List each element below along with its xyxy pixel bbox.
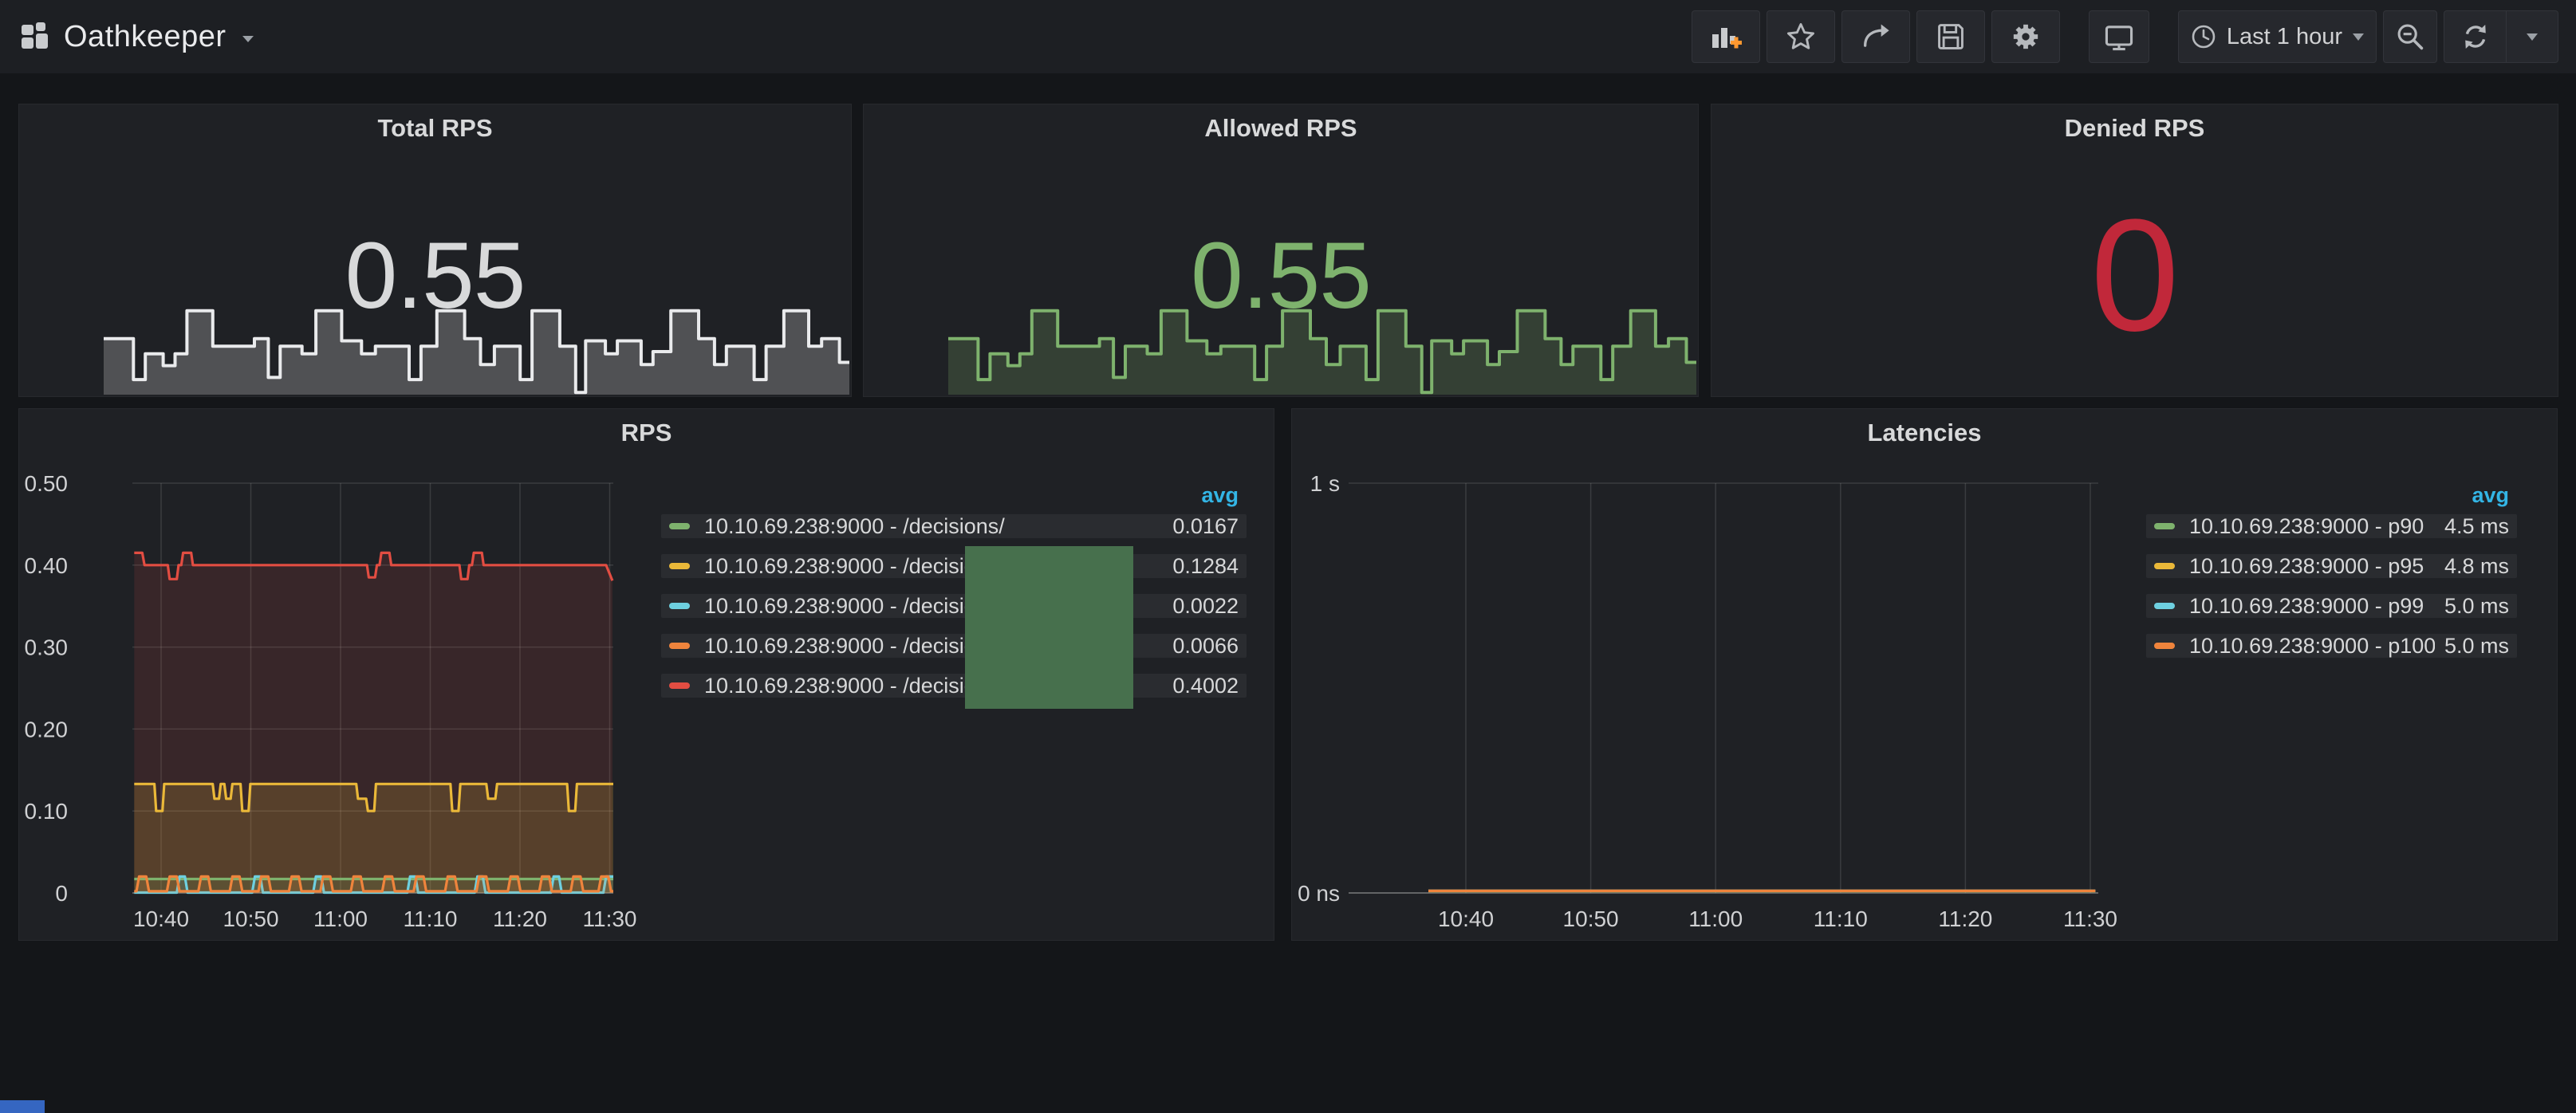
y-tick-label: 0 [55,881,68,906]
share-icon [1860,21,1892,53]
series-avg-value: 0.0167 [1172,514,1239,539]
add-panel-button[interactable] [1692,10,1760,63]
panel-title[interactable]: Denied RPS [1711,114,2558,143]
refresh-icon [2460,21,2491,53]
legend-series-row[interactable]: 10.10.69.238:9000 - p95 4.8 ms [2146,554,2517,578]
chevron-down-icon [2526,33,2539,41]
dashboard-header: Oathkeeper [19,20,255,54]
series-name: 10.10.69.238:9000 - p95 [2189,554,2435,579]
y-tick-label: 0.30 [25,635,69,660]
panel-denied-rps: Denied RPS 0 [1711,104,2558,397]
series-color-chip [2154,563,2175,569]
series-color-chip [669,523,690,529]
series-avg-value: 5.0 ms [2444,634,2509,659]
series-avg-value: 4.5 ms [2444,514,2509,539]
zoom-out-icon [2394,21,2426,53]
x-tick-label: 10:40 [133,907,189,931]
clock-icon [2190,23,2217,50]
x-tick-label: 11:20 [1938,907,1992,931]
panel-latencies-chart: Latencies 1 s0 ns10:4010:5011:0011:1011:… [1291,408,2558,941]
series-color-chip [669,682,690,689]
bottom-left-blue-bar [0,1100,45,1113]
x-tick-label: 10:50 [223,907,278,931]
panel-rps-chart: RPS 0.500.400.300.200.10010:4010:5011:00… [18,408,1274,941]
y-tick-label: 0 ns [1298,881,1340,906]
green-overlay-box [965,546,1133,709]
legend-series-row[interactable]: 10.10.69.238:9000 - /decisions/0.0066 [661,634,1247,658]
x-tick-label: 11:10 [1814,907,1868,931]
stat-value: 0.55 [19,229,851,323]
legend-series-row[interactable]: 10.10.69.238:9000 - /decisions/0.4002 [661,674,1247,698]
x-tick-label: 10:50 [1563,907,1619,931]
stat-value: 0.55 [864,229,1698,323]
legend-series-row[interactable]: 10.10.69.238:9000 - /decisions/0.0167 [661,514,1247,538]
save-button[interactable] [1916,10,1985,63]
series-name: 10.10.69.238:9000 - /decisions/ [704,514,1163,539]
panel-title[interactable]: Allowed RPS [864,114,1698,143]
legend-avg-header[interactable]: avg [2146,482,2517,514]
rps-legend: avg10.10.69.238:9000 - /decisions/0.0167… [661,482,1247,714]
series-color-chip [2154,523,2175,529]
panel-total-rps: Total RPS 0.55 [18,104,852,397]
legend-series-row[interactable]: 10.10.69.238:9000 - p100 5.0 ms [2146,634,2517,658]
legend-series-row[interactable]: 10.10.69.238:9000 - /decisions/0.1284 [661,554,1247,578]
time-range-label: Last 1 hour [2227,24,2342,50]
series-color-chip [2154,603,2175,609]
series-color-chip [669,603,690,609]
zoom-out-button[interactable] [2383,10,2437,63]
star-icon [1785,21,1817,53]
dashboard-grid-icon[interactable] [19,21,51,53]
title-chevron-down-icon[interactable] [241,33,255,48]
y-tick-label: 0.40 [25,553,69,578]
gear-icon [2009,20,2042,53]
legend-series-row[interactable]: 10.10.69.238:9000 - /decisions/0.0022 [661,594,1247,618]
series-color-chip [2154,643,2175,649]
y-tick-label: 1 s [1310,471,1340,496]
latencies-legend: avg10.10.69.238:9000 - p904.5 ms10.10.69… [2146,482,2517,674]
x-tick-label: 11:10 [404,907,458,931]
series-avg-value: 0.0022 [1172,594,1239,619]
refresh-interval-caret-button[interactable] [2506,10,2558,63]
share-button[interactable] [1841,10,1910,63]
y-tick-label: 0.10 [25,799,69,824]
panel-allowed-rps: Allowed RPS 0.55 [863,104,1699,397]
series-avg-value: 0.0066 [1172,634,1239,659]
chevron-down-icon [2352,33,2365,41]
series-color-chip [669,563,690,569]
series-name: 10.10.69.238:9000 - p99 [2189,594,2435,619]
series-avg-value: 0.1284 [1172,554,1239,579]
save-icon [1935,21,1967,53]
settings-button[interactable] [1991,10,2060,63]
cycle-view-button[interactable] [2089,10,2149,63]
y-tick-label: 0.50 [25,471,69,496]
grafana-dashboard: Oathkeeper [0,0,2576,1113]
series-name: 10.10.69.238:9000 - p100 [2189,634,2435,659]
legend-avg-header[interactable]: avg [661,482,1247,514]
nav-toolbar: Last 1 hour [1685,10,2558,63]
x-tick-label: 11:30 [2063,907,2117,931]
series-avg-value: 0.4002 [1172,674,1239,698]
star-button[interactable] [1767,10,1835,63]
x-tick-label: 11:20 [493,907,547,931]
x-tick-label: 10:40 [1438,907,1494,931]
refresh-button[interactable] [2444,10,2506,63]
series-avg-value: 5.0 ms [2444,594,2509,619]
x-tick-label: 11:00 [313,907,368,931]
legend-series-row[interactable]: 10.10.69.238:9000 - p90 4.5 ms [2146,514,2517,538]
time-range-button[interactable]: Last 1 hour [2178,10,2377,63]
y-tick-label: 0.20 [25,717,69,741]
x-tick-label: 11:30 [583,907,637,931]
stat-value: 0 [1711,196,2558,356]
legend-series-row[interactable]: 10.10.69.238:9000 - p99 5.0 ms [2146,594,2517,618]
dashboard-title[interactable]: Oathkeeper [64,20,226,54]
tv-monitor-icon [2103,21,2135,53]
x-tick-label: 11:00 [1688,907,1743,931]
panel-title[interactable]: Total RPS [19,114,851,143]
series-color-chip [669,643,690,649]
nav-bar: Oathkeeper [0,0,2576,73]
series-avg-value: 4.8 ms [2444,554,2509,579]
series-name: 10.10.69.238:9000 - p90 [2189,514,2435,539]
